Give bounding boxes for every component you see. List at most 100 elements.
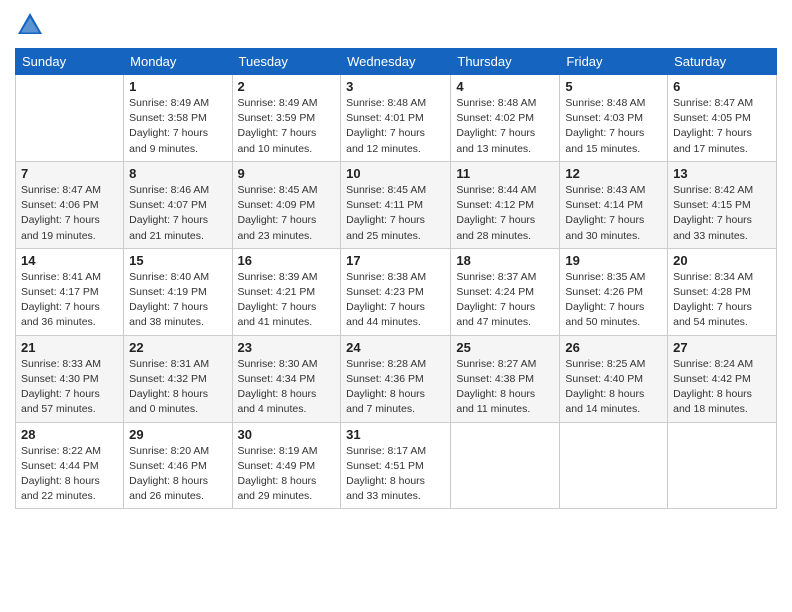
- calendar-cell: 11 Sunrise: 8:44 AMSunset: 4:12 PMDayligh…: [451, 161, 560, 248]
- day-info: Sunrise: 8:49 AMSunset: 3:58 PMDaylight:…: [129, 96, 226, 157]
- day-number: 1: [129, 79, 226, 94]
- calendar-cell: [451, 422, 560, 509]
- day-number: 10: [346, 166, 445, 181]
- day-number: 19: [565, 253, 662, 268]
- day-info: Sunrise: 8:30 AMSunset: 4:34 PMDaylight:…: [238, 357, 336, 418]
- day-number: 6: [673, 79, 771, 94]
- day-number: 22: [129, 340, 226, 355]
- calendar-cell: 6 Sunrise: 8:47 AMSunset: 4:05 PMDaylight…: [668, 75, 777, 162]
- day-number: 30: [238, 427, 336, 442]
- day-number: 9: [238, 166, 336, 181]
- calendar-table: SundayMondayTuesdayWednesdayThursdayFrid…: [15, 48, 777, 509]
- calendar-cell: 27 Sunrise: 8:24 AMSunset: 4:42 PMDayligh…: [668, 335, 777, 422]
- day-info: Sunrise: 8:47 AMSunset: 4:06 PMDaylight:…: [21, 183, 118, 244]
- day-number: 15: [129, 253, 226, 268]
- calendar-cell: [668, 422, 777, 509]
- col-header-friday: Friday: [560, 49, 668, 75]
- day-info: Sunrise: 8:49 AMSunset: 3:59 PMDaylight:…: [238, 96, 336, 157]
- calendar-cell: 7 Sunrise: 8:47 AMSunset: 4:06 PMDaylight…: [16, 161, 124, 248]
- day-number: 16: [238, 253, 336, 268]
- calendar-cell: 26Sunrise: 8:25 AMSunset: 4:40 PMDayligh…: [560, 335, 668, 422]
- day-number: 8: [129, 166, 226, 181]
- day-info: Sunrise: 8:44 AMSunset: 4:12 PMDaylight:…: [456, 183, 554, 244]
- day-info: Sunrise: 8:35 AMSunset: 4:26 PMDaylight:…: [565, 270, 662, 331]
- calendar-cell: 8 Sunrise: 8:46 AMSunset: 4:07 PMDaylight…: [124, 161, 232, 248]
- day-info: Sunrise: 8:38 AMSunset: 4:23 PMDaylight:…: [346, 270, 445, 331]
- day-info: Sunrise: 8:19 AMSunset: 4:49 PMDaylight:…: [238, 444, 336, 505]
- col-header-sunday: Sunday: [16, 49, 124, 75]
- day-info: Sunrise: 8:41 AMSunset: 4:17 PMDaylight:…: [21, 270, 118, 331]
- day-info: Sunrise: 8:31 AMSunset: 4:32 PMDaylight:…: [129, 357, 226, 418]
- header: [15, 10, 777, 40]
- day-info: Sunrise: 8:34 AMSunset: 4:28 PMDaylight:…: [673, 270, 771, 331]
- col-header-thursday: Thursday: [451, 49, 560, 75]
- calendar-cell: 20 Sunrise: 8:34 AMSunset: 4:28 PMDayligh…: [668, 248, 777, 335]
- calendar-cell: 31 Sunrise: 8:17 AMSunset: 4:51 PMDayligh…: [341, 422, 451, 509]
- calendar-cell: 5 Sunrise: 8:48 AMSunset: 4:03 PMDaylight…: [560, 75, 668, 162]
- calendar-week-row: 21 Sunrise: 8:33 AMSunset: 4:30 PMDayligh…: [16, 335, 777, 422]
- day-info: Sunrise: 8:37 AMSunset: 4:24 PMDaylight:…: [456, 270, 554, 331]
- calendar-cell: 1 Sunrise: 8:49 AMSunset: 3:58 PMDaylight…: [124, 75, 232, 162]
- day-number: 17: [346, 253, 445, 268]
- calendar-cell: 28 Sunrise: 8:22 AMSunset: 4:44 PMDayligh…: [16, 422, 124, 509]
- day-info: Sunrise: 8:25 AMSunset: 4:40 PMDaylight:…: [565, 357, 662, 418]
- day-info: Sunrise: 8:45 AMSunset: 4:11 PMDaylight:…: [346, 183, 445, 244]
- logo: [15, 10, 49, 40]
- day-info: Sunrise: 8:17 AMSunset: 4:51 PMDaylight:…: [346, 444, 445, 505]
- calendar-cell: 18Sunrise: 8:37 AMSunset: 4:24 PMDayligh…: [451, 248, 560, 335]
- calendar-cell: 9 Sunrise: 8:45 AMSunset: 4:09 PMDaylight…: [232, 161, 341, 248]
- day-info: Sunrise: 8:42 AMSunset: 4:15 PMDaylight:…: [673, 183, 771, 244]
- day-info: Sunrise: 8:48 AMSunset: 4:03 PMDaylight:…: [565, 96, 662, 157]
- day-info: Sunrise: 8:46 AMSunset: 4:07 PMDaylight:…: [129, 183, 226, 244]
- day-info: Sunrise: 8:27 AMSunset: 4:38 PMDaylight:…: [456, 357, 554, 418]
- calendar-cell: 23 Sunrise: 8:30 AMSunset: 4:34 PMDayligh…: [232, 335, 341, 422]
- day-number: 28: [21, 427, 118, 442]
- day-info: Sunrise: 8:43 AMSunset: 4:14 PMDaylight:…: [565, 183, 662, 244]
- calendar-cell: 29Sunrise: 8:20 AMSunset: 4:46 PMDayligh…: [124, 422, 232, 509]
- calendar-cell: 16 Sunrise: 8:39 AMSunset: 4:21 PMDayligh…: [232, 248, 341, 335]
- day-number: 20: [673, 253, 771, 268]
- day-number: 12: [565, 166, 662, 181]
- col-header-wednesday: Wednesday: [341, 49, 451, 75]
- calendar-cell: [560, 422, 668, 509]
- day-number: 7: [21, 166, 118, 181]
- calendar-cell: 22 Sunrise: 8:31 AMSunset: 4:32 PMDayligh…: [124, 335, 232, 422]
- logo-icon: [15, 10, 45, 40]
- calendar-cell: 25Sunrise: 8:27 AMSunset: 4:38 PMDayligh…: [451, 335, 560, 422]
- calendar-cell: 30 Sunrise: 8:19 AMSunset: 4:49 PMDayligh…: [232, 422, 341, 509]
- day-number: 24: [346, 340, 445, 355]
- col-header-tuesday: Tuesday: [232, 49, 341, 75]
- day-info: Sunrise: 8:40 AMSunset: 4:19 PMDaylight:…: [129, 270, 226, 331]
- day-number: 31: [346, 427, 445, 442]
- day-number: 14: [21, 253, 118, 268]
- day-info: Sunrise: 8:47 AMSunset: 4:05 PMDaylight:…: [673, 96, 771, 157]
- day-number: 23: [238, 340, 336, 355]
- calendar-header-row: SundayMondayTuesdayWednesdayThursdayFrid…: [16, 49, 777, 75]
- calendar-week-row: 7 Sunrise: 8:47 AMSunset: 4:06 PMDaylight…: [16, 161, 777, 248]
- day-info: Sunrise: 8:24 AMSunset: 4:42 PMDaylight:…: [673, 357, 771, 418]
- day-info: Sunrise: 8:33 AMSunset: 4:30 PMDaylight:…: [21, 357, 118, 418]
- day-number: 27: [673, 340, 771, 355]
- calendar-cell: 19 Sunrise: 8:35 AMSunset: 4:26 PMDayligh…: [560, 248, 668, 335]
- day-number: 3: [346, 79, 445, 94]
- day-number: 11: [456, 166, 554, 181]
- calendar-cell: 17 Sunrise: 8:38 AMSunset: 4:23 PMDayligh…: [341, 248, 451, 335]
- calendar-cell: 10 Sunrise: 8:45 AMSunset: 4:11 PMDayligh…: [341, 161, 451, 248]
- page: SundayMondayTuesdayWednesdayThursdayFrid…: [0, 0, 792, 612]
- day-info: Sunrise: 8:22 AMSunset: 4:44 PMDaylight:…: [21, 444, 118, 505]
- day-number: 5: [565, 79, 662, 94]
- calendar-week-row: 28 Sunrise: 8:22 AMSunset: 4:44 PMDayligh…: [16, 422, 777, 509]
- col-header-saturday: Saturday: [668, 49, 777, 75]
- day-info: Sunrise: 8:45 AMSunset: 4:09 PMDaylight:…: [238, 183, 336, 244]
- col-header-monday: Monday: [124, 49, 232, 75]
- day-number: 13: [673, 166, 771, 181]
- calendar-cell: 12 Sunrise: 8:43 AMSunset: 4:14 PMDayligh…: [560, 161, 668, 248]
- day-number: 29: [129, 427, 226, 442]
- calendar-cell: 21 Sunrise: 8:33 AMSunset: 4:30 PMDayligh…: [16, 335, 124, 422]
- calendar-cell: 3Sunrise: 8:48 AMSunset: 4:01 PMDaylight…: [341, 75, 451, 162]
- day-info: Sunrise: 8:28 AMSunset: 4:36 PMDaylight:…: [346, 357, 445, 418]
- day-number: 2: [238, 79, 336, 94]
- calendar-cell: [16, 75, 124, 162]
- day-number: 21: [21, 340, 118, 355]
- day-info: Sunrise: 8:39 AMSunset: 4:21 PMDaylight:…: [238, 270, 336, 331]
